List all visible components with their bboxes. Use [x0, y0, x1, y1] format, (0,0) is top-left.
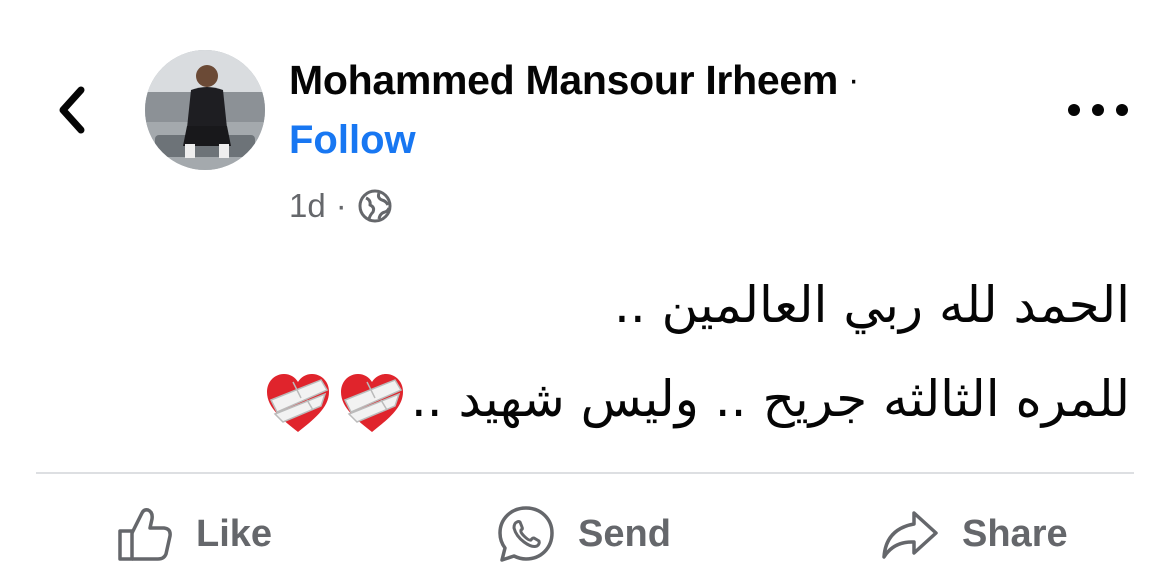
chevron-left-icon [59, 86, 85, 134]
post-timestamp[interactable]: 1d [289, 187, 326, 225]
back-button[interactable] [48, 80, 96, 140]
send-button[interactable]: Send [496, 494, 671, 574]
mending-heart-emoji [340, 373, 403, 432]
avatar[interactable] [145, 50, 265, 170]
more-dot [1068, 104, 1080, 116]
author-name[interactable]: Mohammed Mansour Irheem [289, 57, 838, 104]
post-text: الحمد لله ربي العالمين .. للمره الثالثه … [40, 258, 1130, 446]
mending-heart-emoji [266, 373, 329, 432]
share-button[interactable]: Share [880, 494, 1068, 574]
post-line-2: للمره الثالثه جريح .. وليس شهيد .. [410, 370, 1130, 428]
like-button[interactable]: Like [116, 494, 272, 574]
thumbs-up-icon [118, 508, 172, 561]
divider [36, 472, 1134, 474]
post-line-1: الحمد لله ربي العالمين .. [613, 276, 1130, 334]
messenger-icon [498, 506, 554, 562]
more-dot [1092, 104, 1104, 116]
meta-separator: · [335, 187, 347, 224]
more-dot [1116, 104, 1128, 116]
name-separator: · [847, 61, 860, 99]
send-label: Send [578, 512, 671, 555]
globe-icon[interactable] [357, 188, 393, 224]
follow-button[interactable]: Follow [289, 118, 416, 163]
share-label: Share [962, 512, 1068, 555]
post-actions: Like Send Share [0, 494, 1170, 574]
like-label: Like [196, 512, 273, 555]
post-line-2-wrap: للمره الثالثه جريح .. وليس شهيد .. [40, 352, 1130, 446]
profile-photo [145, 50, 265, 170]
more-options-button[interactable] [1068, 92, 1128, 128]
share-arrow-icon [882, 511, 938, 559]
